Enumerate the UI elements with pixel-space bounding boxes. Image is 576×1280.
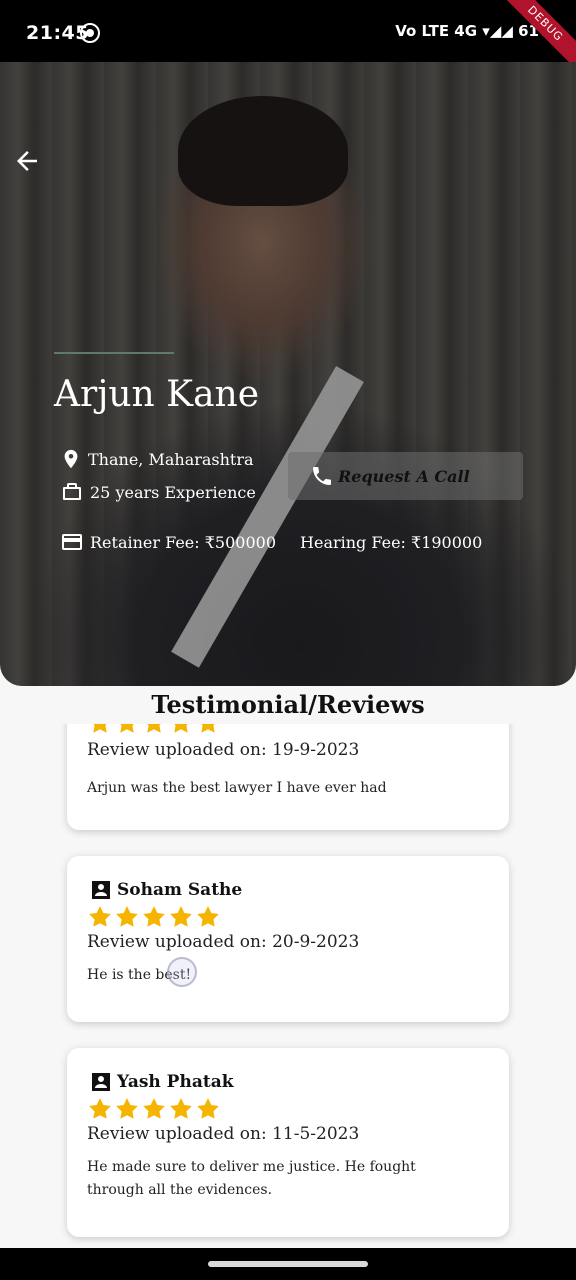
star-icon: [89, 906, 111, 927]
review-date: Review uploaded on: 20-9-2023: [87, 932, 360, 952]
back-arrow-icon[interactable]: [12, 146, 42, 176]
star-icon: [120, 724, 134, 733]
rating-stars: [87, 724, 221, 736]
review-text: He made sure to deliver me justice. He f…: [87, 1159, 416, 1198]
person-icon: [92, 1073, 110, 1091]
reviews-title: Testimonial/Reviews: [151, 690, 425, 719]
review-date: Review uploaded on: 19-9-2023: [87, 740, 360, 760]
star-icon: [89, 1098, 111, 1119]
location-row: Thane, Maharashtra: [60, 448, 254, 470]
card-icon: [62, 534, 82, 550]
star-icon: [197, 1098, 219, 1119]
rating-stars: [87, 904, 221, 930]
star-icon: [143, 1098, 165, 1119]
name-divider: [54, 352, 174, 354]
star-icon: [116, 906, 138, 927]
reviews-list[interactable]: Review uploaded on: 19-9-2023 Arjun was …: [0, 724, 576, 1248]
profile-header: Arjun Kane Thane, Maharashtra 25 years E…: [0, 62, 576, 686]
touch-ripple: [167, 957, 197, 987]
request-call-button[interactable]: Request A Call: [288, 452, 523, 500]
location-pin-icon: [64, 449, 78, 469]
request-call-label: Request A Call: [338, 466, 470, 486]
review-text: Arjun was the best lawyer I have ever ha…: [87, 780, 387, 796]
person-icon: [92, 881, 110, 899]
status-bar: 21:45 Vo LTE 4G ▾◢◢ 61% DEBUG: [0, 0, 576, 78]
rating-stars: [87, 1096, 221, 1122]
star-icon: [116, 1098, 138, 1119]
review-date: Review uploaded on: 11-5-2023: [87, 1124, 360, 1144]
star-icon: [174, 724, 188, 733]
fee-row: Retainer Fee: ₹500000 Hearing Fee: ₹1900…: [60, 530, 482, 554]
reviewer-name: Yash Phatak: [117, 1072, 234, 1092]
reviewer: Yash Phatak: [89, 1070, 234, 1094]
hearing-fee: Hearing Fee: ₹190000: [300, 532, 483, 552]
star-icon: [143, 906, 165, 927]
home-indicator[interactable]: [208, 1261, 368, 1267]
retainer-fee: Retainer Fee: ₹500000: [90, 532, 277, 552]
star-icon: [197, 906, 219, 927]
reviewer-name: Soham Sathe: [117, 880, 243, 900]
star-icon: [201, 724, 215, 733]
star-icon: [93, 724, 107, 733]
review-text: He is the best!: [87, 967, 192, 983]
review-card: Review uploaded on: 19-9-2023 Arjun was …: [67, 724, 509, 830]
reviewer: Soham Sathe: [89, 878, 242, 902]
star-icon: [170, 906, 192, 927]
status-icons: Vo LTE 4G ▾◢◢ 61%: [395, 22, 554, 40]
location-text: Thane, Maharashtra: [88, 449, 254, 469]
navigation-bar: [0, 1248, 576, 1280]
experience-row: 25 years Experience: [60, 480, 256, 504]
recording-icon: [80, 23, 100, 43]
review-card: Soham Sathe Review uploaded on: 20-9-202…: [67, 856, 509, 1022]
review-card: Yash Phatak Review uploaded on: 11-5-202…: [67, 1048, 509, 1237]
star-icon: [170, 1098, 192, 1119]
lawyer-name: Arjun Kane: [54, 374, 260, 415]
star-icon: [147, 724, 161, 733]
briefcase-icon: [63, 483, 81, 500]
phone-icon: [313, 467, 331, 485]
experience-text: 25 years Experience: [90, 482, 256, 502]
